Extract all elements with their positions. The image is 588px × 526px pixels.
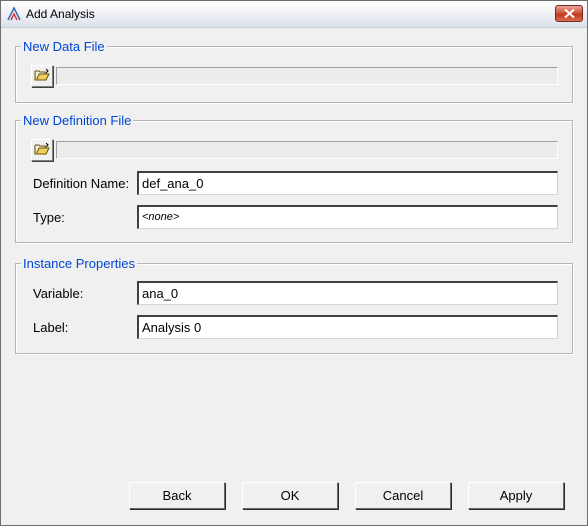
data-file-browse-button[interactable] [31, 65, 53, 87]
data-file-path-field [56, 67, 558, 85]
apply-button[interactable]: Apply [468, 482, 564, 509]
add-analysis-dialog: Add Analysis New Data File New Definitio… [0, 0, 588, 526]
open-folder-icon [34, 68, 50, 81]
definition-name-label: Definition Name: [33, 176, 130, 191]
back-button[interactable]: Back [129, 482, 225, 509]
definition-file-path-field [56, 141, 558, 159]
ok-button[interactable]: OK [242, 482, 338, 509]
data-file-group-title: New Data File [21, 39, 107, 54]
definition-file-group-title: New Definition File [21, 113, 134, 128]
variable-label: Variable: [33, 286, 84, 301]
definition-name-input[interactable]: def_ana_0 [137, 171, 558, 195]
window-title: Add Analysis [26, 7, 95, 21]
label-input[interactable]: Analysis 0 [137, 315, 558, 339]
close-icon [564, 9, 575, 18]
close-button[interactable] [555, 5, 583, 22]
type-input[interactable]: <none> [137, 205, 558, 229]
cancel-button[interactable]: Cancel [355, 482, 451, 509]
open-folder-icon [34, 142, 50, 155]
instance-properties-group-title: Instance Properties [21, 256, 138, 271]
app-logo-icon [6, 6, 22, 22]
title-bar[interactable]: Add Analysis [1, 1, 587, 28]
variable-input[interactable]: ana_0 [137, 281, 558, 305]
definition-file-browse-button[interactable] [31, 139, 53, 161]
label-label: Label: [33, 320, 69, 335]
type-label: Type: [33, 210, 65, 225]
data-file-group: New Data File [15, 39, 573, 103]
instance-properties-group: Instance Properties Variable: ana_0 Labe… [15, 256, 573, 354]
definition-file-group: New Definition File Definition Name: def… [15, 113, 573, 243]
